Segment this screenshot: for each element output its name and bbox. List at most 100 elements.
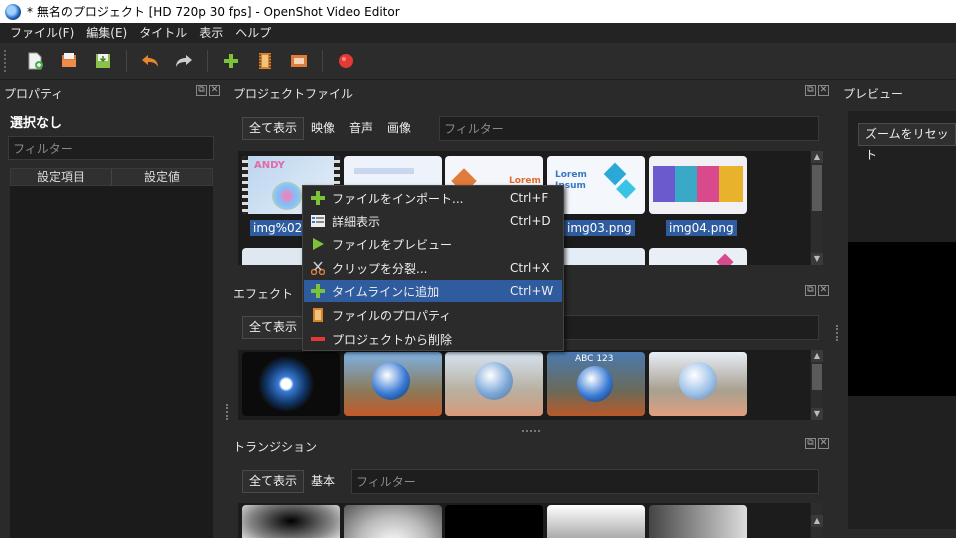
selection-label: 選択なし: [10, 116, 63, 131]
effects-grid[interactable]: ABC 123: [238, 350, 810, 420]
film-strip-left: [242, 156, 248, 214]
menu-item-add-to-timeline[interactable]: タイムラインに追加 Ctrl+W: [304, 280, 562, 302]
properties-filter-input[interactable]: フィルター: [8, 136, 214, 160]
menu-item-label: ファイルのプロパティ: [332, 308, 452, 323]
thumbnail-caption: ANDY: [254, 160, 285, 171]
preview-video-area: [848, 242, 956, 396]
open-project-icon[interactable]: [58, 50, 80, 72]
transition-thumbnail[interactable]: [344, 505, 442, 538]
window-titlebar: * 無名のプロジェクト [HD 720p 30 fps] - OpenShot …: [0, 0, 956, 23]
effect-thumbnail[interactable]: [649, 352, 747, 416]
column-header-value[interactable]: 設定値: [112, 169, 212, 185]
vertical-splitter[interactable]: [836, 325, 839, 341]
scrollbar-handle[interactable]: [812, 364, 822, 390]
film-icon: [310, 307, 326, 323]
project-files-panel-title: プロジェクトファイル: [233, 87, 354, 101]
show-all-button[interactable]: 全て表示: [242, 117, 305, 140]
scissors-icon: [310, 260, 326, 276]
effects-filterbar: 全て表示: [242, 316, 305, 339]
column-header-key[interactable]: 設定項目: [11, 169, 112, 185]
scroll-down-icon[interactable]: ▼: [811, 408, 823, 420]
menu-item-label: 詳細表示: [332, 214, 381, 229]
new-project-icon[interactable]: [24, 50, 46, 72]
undo-icon[interactable]: [139, 50, 161, 72]
menu-item-label: タイムラインに追加: [332, 284, 440, 299]
toolbar-separator: [126, 50, 127, 72]
file-thumbnail[interactable]: [649, 156, 747, 214]
scroll-up-icon[interactable]: ▲: [811, 151, 823, 163]
transitions-grid[interactable]: [238, 503, 810, 538]
slide-graphic: [354, 168, 414, 174]
transitions-filter-input[interactable]: フィルター: [351, 469, 819, 494]
menu-item-remove-from-project[interactable]: プロジェクトから削除: [304, 328, 562, 350]
export-video-icon[interactable]: [335, 50, 357, 72]
panel-controls: ⧉ ✕: [805, 285, 829, 296]
tab-audio[interactable]: 音声: [342, 117, 380, 140]
project-files-filter-input[interactable]: フィルター: [439, 116, 819, 141]
show-all-button[interactable]: 全て表示: [242, 470, 305, 493]
menu-item-label: ファイルをプレビュー: [332, 237, 453, 252]
effect-thumbnail[interactable]: [242, 352, 340, 416]
effect-thumbnail[interactable]: [445, 352, 543, 416]
float-icon[interactable]: ⧉: [196, 85, 207, 96]
menu-file[interactable]: ファイル(F): [4, 23, 80, 43]
close-icon[interactable]: ✕: [818, 438, 829, 449]
color-block: [719, 166, 743, 202]
file-label[interactable]: img04.png: [666, 220, 737, 236]
fullscreen-icon[interactable]: [288, 50, 310, 72]
profile-icon[interactable]: [254, 50, 276, 72]
import-files-icon[interactable]: [220, 50, 242, 72]
horizontal-splitter[interactable]: [522, 430, 540, 433]
toolbar-separator: [322, 50, 323, 72]
effect-thumbnail[interactable]: ABC 123: [547, 352, 645, 416]
redo-icon[interactable]: [173, 50, 195, 72]
reset-zoom-button[interactable]: ズームをリセット: [858, 123, 956, 162]
menu-title[interactable]: タイトル: [133, 23, 193, 43]
menu-help[interactable]: ヘルプ: [229, 23, 277, 43]
scroll-up-icon[interactable]: ▲: [811, 515, 823, 527]
save-project-icon[interactable]: [92, 50, 114, 72]
menubar: ファイル(F) 編集(E) タイトル 表示 ヘルプ: [0, 23, 956, 43]
menu-view[interactable]: 表示: [193, 23, 229, 43]
remove-icon: [310, 331, 326, 347]
file-label[interactable]: img03.png: [564, 220, 635, 236]
show-all-button[interactable]: 全て表示: [242, 316, 305, 339]
tab-video[interactable]: 映像: [304, 117, 342, 140]
menu-edit[interactable]: 編集(E): [80, 23, 133, 43]
tab-image[interactable]: 画像: [380, 117, 418, 140]
transition-thumbnail[interactable]: [649, 505, 747, 538]
close-icon[interactable]: ✕: [818, 285, 829, 296]
transition-thumbnail[interactable]: [547, 505, 645, 538]
scroll-up-icon[interactable]: ▲: [811, 350, 823, 362]
transitions-panel-title: トランジション: [233, 440, 318, 454]
effects-scrollbar[interactable]: ▲ ▼: [810, 350, 823, 420]
transition-thumbnail[interactable]: [242, 505, 340, 538]
transitions-scrollbar[interactable]: ▲: [810, 503, 823, 538]
scrollbar-handle[interactable]: [812, 165, 822, 211]
close-icon[interactable]: ✕: [209, 85, 220, 96]
project-files-scrollbar[interactable]: ▲ ▼: [810, 151, 823, 265]
float-icon[interactable]: ⧉: [805, 85, 816, 96]
tab-basic[interactable]: 基本: [304, 470, 342, 493]
effects-filter-input[interactable]: [560, 315, 819, 340]
openshot-ball-icon: [679, 362, 717, 400]
window-title: * 無名のプロジェクト [HD 720p 30 fps] - OpenShot …: [27, 5, 400, 19]
menu-item-details-view[interactable]: 詳細表示 Ctrl+D: [304, 210, 562, 232]
properties-table-body[interactable]: [10, 186, 213, 538]
transition-thumbnail[interactable]: [445, 505, 543, 538]
scroll-down-icon[interactable]: ▼: [811, 253, 823, 265]
effect-thumbnail[interactable]: [344, 352, 442, 416]
file-thumbnail[interactable]: [649, 248, 747, 265]
menu-item-import-files[interactable]: ファイルをインポート... Ctrl+F: [304, 187, 562, 209]
float-icon[interactable]: ⧉: [805, 438, 816, 449]
menu-item-split-clip[interactable]: クリップを分裂... Ctrl+X: [304, 257, 562, 279]
menu-item-file-properties[interactable]: ファイルのプロパティ: [304, 304, 562, 326]
plus-icon: [310, 283, 326, 299]
float-icon[interactable]: ⧉: [805, 285, 816, 296]
details-icon: [310, 213, 326, 229]
toolbar-grip[interactable]: [4, 50, 8, 72]
panel-controls: ⧉ ✕: [805, 85, 829, 96]
menu-item-preview-file[interactable]: ファイルをプレビュー: [304, 233, 562, 255]
close-icon[interactable]: ✕: [818, 85, 829, 96]
effect-caption: ABC 123: [575, 354, 614, 364]
